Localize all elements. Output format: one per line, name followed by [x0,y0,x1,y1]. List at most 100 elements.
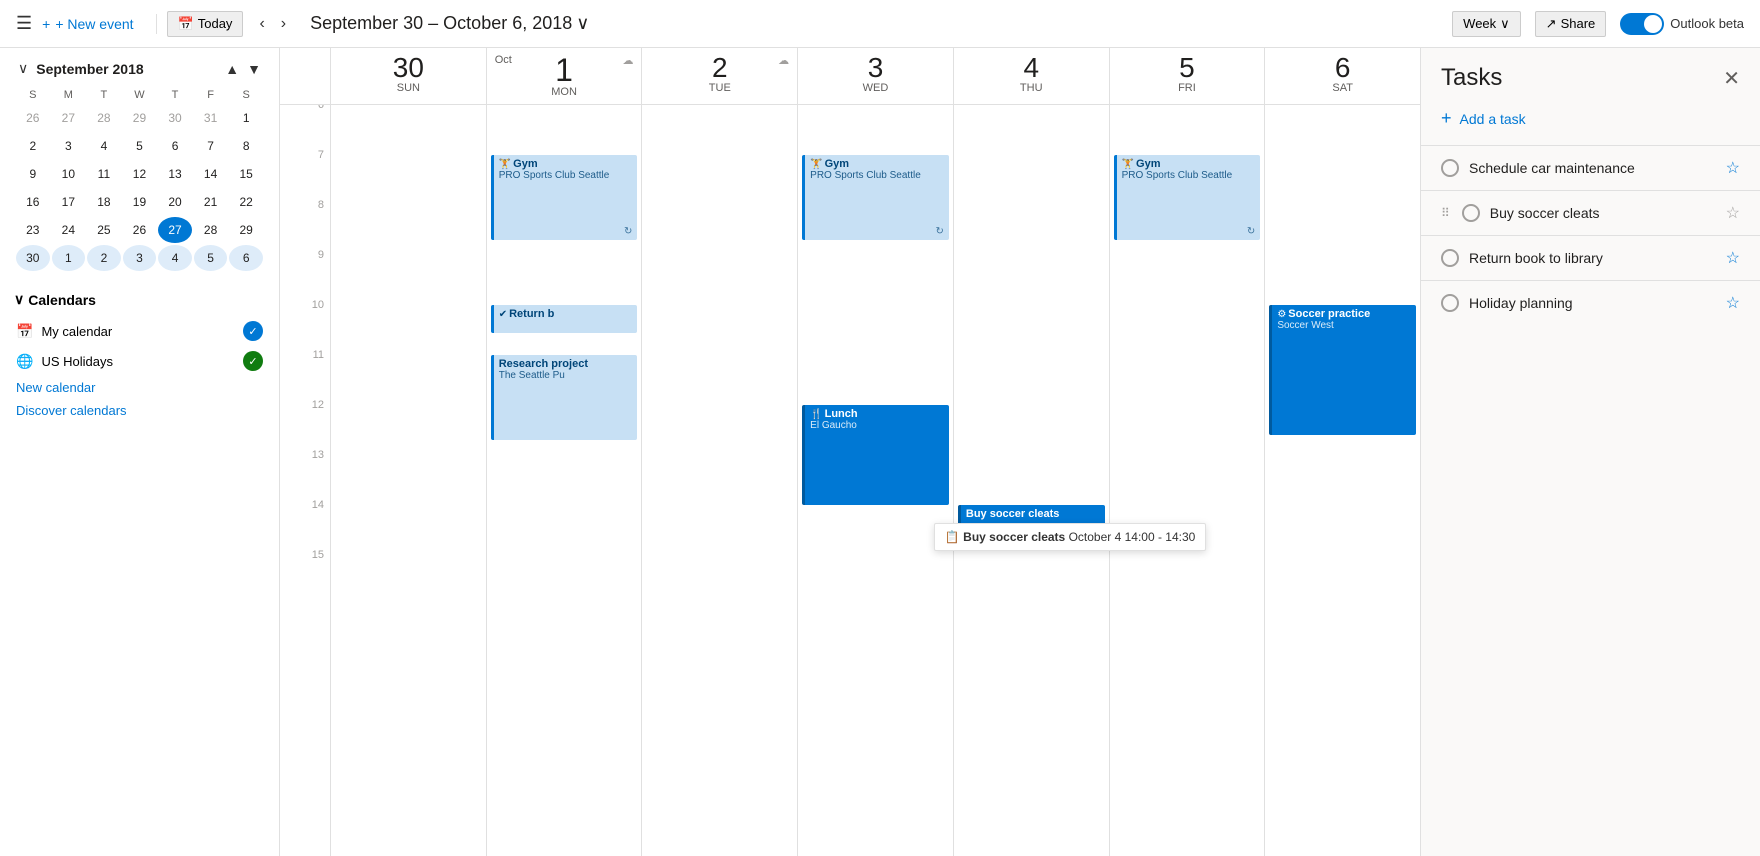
cal-col-wed: 🏋Gym PRO Sports Club Seattle ↻ 🍴Lunch El… [797,105,953,856]
today-button[interactable]: 📅 Today [167,11,244,37]
calendar-item-my[interactable]: 📅 My calendar ✓ [14,316,265,346]
event-research-project[interactable]: Research project The Seattle Pu [491,355,638,440]
toggle-knob [1644,15,1662,33]
day-col-mon: M [52,87,86,103]
mini-cal-cell[interactable]: 3 [123,245,157,271]
mini-cal-cell[interactable]: 26 [16,105,50,131]
day-number-4: 4 [954,54,1109,82]
mini-cal-cell[interactable]: 18 [87,189,121,215]
cal-col-thu: Buy soccer cleats 📋 Buy soccer cleats Oc… [953,105,1109,856]
mini-cal-cell[interactable]: 8 [229,133,263,159]
mini-cal-cell[interactable]: 2 [87,245,121,271]
toolbar-right: Week ∨ ↗ Share Outlook beta [1452,11,1744,37]
mini-cal-cell[interactable]: 5 [123,133,157,159]
mini-calendar: ∨ September 2018 ▲ ▼ S M T W T F S [0,48,279,283]
mini-cal-cell[interactable]: 14 [194,161,228,187]
drag-handle-icon[interactable]: ⠿ [1441,206,1450,220]
mini-cal-cell[interactable]: 28 [87,105,121,131]
cal-day-header-sun: 30 SUN [330,48,486,104]
mini-cal-cell[interactable]: 7 [194,133,228,159]
task-item-return-book[interactable]: Return book to library ☆ [1421,235,1760,280]
task-star-2[interactable]: ☆ [1726,203,1740,223]
mini-cal-cell[interactable]: 17 [52,189,86,215]
event-gym-mon[interactable]: 🏋Gym PRO Sports Club Seattle ↻ [491,155,638,240]
chevron-down-icon: ∨ [576,13,589,34]
mini-cal-cell[interactable]: 29 [229,217,263,243]
gym-icon-fri: 🏋 [1122,159,1134,170]
mini-cal-cell[interactable]: 3 [52,133,86,159]
mini-cal-cell[interactable]: 12 [123,161,157,187]
calendars-header[interactable]: ∨ Calendars [14,291,265,308]
task-item-buy-soccer[interactable]: ⠿ Buy soccer cleats ☆ [1421,190,1760,235]
mini-cal-cell[interactable]: 10 [52,161,86,187]
task-star-3[interactable]: ☆ [1726,248,1740,268]
mini-cal-title: September 2018 [36,61,221,77]
mini-cal-cell[interactable]: 29 [123,105,157,131]
mini-cal-today-cell[interactable]: 27 [158,217,192,243]
mini-cal-cell[interactable]: 27 [52,105,86,131]
nav-back-button[interactable]: ‹ [253,11,270,37]
task-star-1[interactable]: ☆ [1726,158,1740,178]
mini-cal-down-button[interactable]: ▼ [243,59,265,79]
mini-cal-cell[interactable]: 26 [123,217,157,243]
week-button[interactable]: Week ∨ [1452,11,1521,37]
calendar-item-holidays[interactable]: 🌐 US Holidays ✓ [14,346,265,376]
mini-cal-cell[interactable]: 1 [52,245,86,271]
mini-cal-cell[interactable]: 1 [229,105,263,131]
mini-cal-cell[interactable]: 25 [87,217,121,243]
day-col-sun: S [16,87,50,103]
task-star-4[interactable]: ☆ [1726,293,1740,313]
mini-cal-cell[interactable]: 28 [194,217,228,243]
mini-cal-cell[interactable]: 20 [158,189,192,215]
task-circle-2[interactable] [1462,204,1480,222]
beta-label: Outlook beta [1670,16,1744,31]
mini-cal-cell[interactable]: 11 [87,161,121,187]
task-circle-3[interactable] [1441,249,1459,267]
today-label: Today [198,16,233,31]
mini-cal-cell[interactable]: 31 [194,105,228,131]
mini-cal-cell[interactable]: 22 [229,189,263,215]
mini-cal-cell[interactable]: 24 [52,217,86,243]
event-lunch[interactable]: 🍴Lunch El Gaucho [802,405,949,505]
time-gutter-header [280,48,330,104]
sidebar: ∨ September 2018 ▲ ▼ S M T W T F S [0,48,280,856]
mini-cal-collapse-button[interactable]: ∨ [14,58,32,79]
mini-cal-cell[interactable]: 4 [87,133,121,159]
mini-cal-cell[interactable]: 13 [158,161,192,187]
add-task-row[interactable]: + Add a task [1421,100,1760,145]
event-gym-fri[interactable]: 🏋Gym PRO Sports Club Seattle ↻ [1114,155,1261,240]
new-calendar-link[interactable]: New calendar [14,376,265,399]
event-tooltip: 📋 Buy soccer cleats October 4 14:00 - 14… [934,523,1206,551]
mini-cal-up-button[interactable]: ▲ [221,59,243,79]
mini-cal-cell[interactable]: 30 [158,105,192,131]
event-return-book[interactable]: ✔Return b [491,305,638,333]
menu-icon[interactable]: ☰ [16,13,32,34]
mini-cal-cell[interactable]: 9 [16,161,50,187]
event-soccer-practice[interactable]: ⚙Soccer practice Soccer West [1269,305,1416,435]
time-13: 13 [280,455,330,505]
mini-cal-cell[interactable]: 5 [194,245,228,271]
task-item-schedule-car[interactable]: Schedule car maintenance ☆ [1421,145,1760,190]
beta-toggle[interactable] [1620,13,1664,35]
mini-cal-cell[interactable]: 16 [16,189,50,215]
mini-cal-cell[interactable]: 2 [16,133,50,159]
mini-cal-cell[interactable]: 4 [158,245,192,271]
mini-cal-cell[interactable]: 6 [158,133,192,159]
mini-cal-cell[interactable]: 30 [16,245,50,271]
nav-forward-button[interactable]: › [275,11,292,37]
mini-cal-cell[interactable]: 21 [194,189,228,215]
task-item-holiday[interactable]: Holiday planning ☆ [1421,280,1760,325]
mini-cal-cell[interactable]: 15 [229,161,263,187]
task-circle-4[interactable] [1441,294,1459,312]
new-event-button[interactable]: + + New event [42,16,133,32]
mini-cal-cell[interactable]: 23 [16,217,50,243]
share-button[interactable]: ↗ Share [1535,11,1607,37]
mini-cal-cell[interactable]: 6 [229,245,263,271]
date-range[interactable]: September 30 – October 6, 2018 ∨ [310,13,589,34]
event-gym-wed[interactable]: 🏋Gym PRO Sports Club Seattle ↻ [802,155,949,240]
tasks-close-button[interactable]: ✕ [1723,66,1740,91]
task-circle-1[interactable] [1441,159,1459,177]
day-col-sat: S [229,87,263,103]
discover-calendars-link[interactable]: Discover calendars [14,399,265,422]
mini-cal-cell[interactable]: 19 [123,189,157,215]
